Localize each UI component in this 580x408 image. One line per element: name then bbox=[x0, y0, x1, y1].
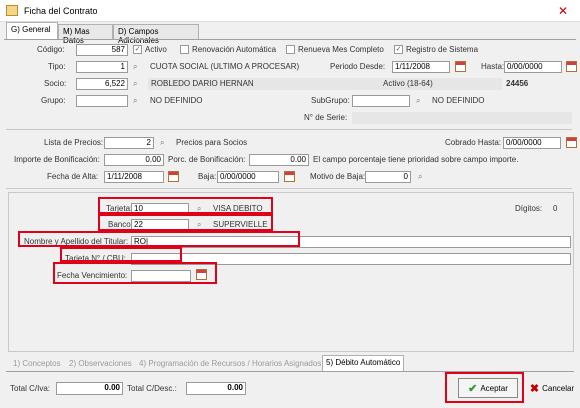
periodo-desde-field[interactable]: 1/11/2008 bbox=[392, 61, 450, 73]
lista-description: Precios para Socios bbox=[176, 138, 248, 147]
highlight-banco bbox=[98, 214, 273, 231]
tab-campos-adicionales[interactable]: D) Campos Adicionales bbox=[113, 24, 199, 45]
alta-calendar-icon[interactable] bbox=[168, 171, 179, 182]
highlight-nombre bbox=[18, 231, 300, 247]
socio-label: Socio: bbox=[44, 79, 67, 88]
subgrupo-description: NO DEFINIDO bbox=[432, 96, 485, 105]
tab-general[interactable]: G) General bbox=[6, 22, 58, 39]
cobrado-calendar-icon[interactable] bbox=[566, 137, 577, 148]
total-iva-label: Total C/Iva: bbox=[10, 384, 51, 393]
tab-observaciones[interactable]: 2) Observaciones bbox=[66, 357, 135, 371]
periodo-desde-label: Periodo Desde: bbox=[330, 62, 386, 71]
activo-label: Activo bbox=[145, 45, 167, 54]
tab-mas-datos[interactable]: M) Mas Datos bbox=[58, 24, 113, 45]
tipo-search-icon[interactable]: ⌕ bbox=[133, 62, 142, 71]
section-divider bbox=[6, 129, 572, 130]
digitos-value: 0 bbox=[553, 204, 558, 213]
highlight-aceptar bbox=[445, 372, 524, 403]
porc-note: El campo porcentaje tiene prioridad sobr… bbox=[313, 155, 519, 164]
hasta-label: Hasta: bbox=[481, 62, 505, 71]
motivo-field[interactable]: 0 bbox=[365, 171, 411, 183]
baja-field[interactable]: 0/00/0000 bbox=[217, 171, 279, 183]
digitos-label: Dígitos: bbox=[515, 204, 543, 213]
section-divider-2 bbox=[6, 188, 572, 189]
socio-status: Activo (18-64) bbox=[380, 78, 502, 90]
codigo-label: Código: bbox=[37, 45, 65, 54]
porc-field[interactable]: 0.00 bbox=[249, 154, 309, 166]
serie-label: N° de Serie: bbox=[304, 113, 348, 122]
socio-field[interactable]: 6,522 bbox=[76, 78, 128, 90]
renovacion-label: Renovación Automática bbox=[192, 45, 277, 54]
activo-checkbox[interactable]: ✓ bbox=[133, 45, 142, 54]
highlight-cbu bbox=[60, 247, 182, 262]
socio-number: 24456 bbox=[506, 79, 529, 88]
porc-label: Porc. de Bonificación: bbox=[168, 155, 246, 164]
cancel-icon: ✖ bbox=[529, 382, 540, 395]
total-desc-label: Total C/Desc.: bbox=[127, 384, 177, 393]
tipo-label: Tipo: bbox=[48, 62, 66, 71]
renueva-label: Renueva Mes Completo bbox=[298, 45, 384, 54]
alta-field[interactable]: 1/11/2008 bbox=[104, 171, 164, 183]
total-desc-field: 0.00 bbox=[186, 382, 246, 395]
close-icon[interactable]: ✕ bbox=[552, 3, 574, 19]
total-iva-field: 0.00 bbox=[56, 382, 123, 395]
tipo-field[interactable]: 1 bbox=[76, 61, 128, 73]
title-bar: Ficha del Contrato ✕ bbox=[0, 0, 580, 22]
hasta-field[interactable]: 0/00/0000 bbox=[504, 61, 562, 73]
motivo-search-icon[interactable]: ⌕ bbox=[418, 172, 427, 181]
motivo-label: Motivo de Baja: bbox=[310, 172, 366, 181]
grupo-label: Grupo: bbox=[41, 96, 66, 105]
subgrupo-label: SubGrupo: bbox=[311, 96, 350, 105]
periodo-desde-calendar-icon[interactable] bbox=[455, 61, 466, 72]
cancelar-label: Cancelar bbox=[542, 383, 575, 393]
cobrado-label: Cobrado Hasta: bbox=[445, 138, 502, 147]
grupo-search-icon[interactable]: ⌕ bbox=[133, 96, 142, 105]
cobrado-field[interactable]: 0/00/0000 bbox=[503, 137, 561, 149]
window-icon bbox=[6, 5, 18, 16]
baja-calendar-icon[interactable] bbox=[284, 171, 295, 182]
renovacion-checkbox[interactable] bbox=[180, 45, 189, 54]
serie-field[interactable] bbox=[352, 112, 572, 124]
cancelar-button[interactable]: ✖ Cancelar bbox=[526, 378, 578, 398]
hasta-calendar-icon[interactable] bbox=[566, 61, 577, 72]
grupo-description: NO DEFINIDO bbox=[150, 96, 203, 105]
tab-panel-border bbox=[4, 39, 576, 40]
grupo-field[interactable] bbox=[76, 95, 128, 107]
subgrupo-field[interactable] bbox=[352, 95, 410, 107]
alta-label: Fecha de Alta: bbox=[47, 172, 99, 181]
tab-debito-automatico[interactable]: 5) Débito Automático bbox=[322, 355, 405, 371]
registro-label: Registro de Sistema bbox=[406, 45, 479, 54]
tab-programacion[interactable]: 4) Programación de Recursos / Horarios A… bbox=[136, 357, 324, 371]
highlight-tarjeta bbox=[98, 197, 273, 214]
importe-field[interactable]: 0.00 bbox=[104, 154, 164, 166]
codigo-field[interactable]: 587 bbox=[76, 44, 128, 56]
baja-label: Baja: bbox=[198, 172, 217, 181]
highlight-vencimiento bbox=[53, 262, 217, 284]
tipo-description: CUOTA SOCIAL (ULTIMO A PROCESAR) bbox=[150, 62, 300, 71]
importe-label: Importe de Bonificación: bbox=[14, 155, 100, 164]
lista-field[interactable]: 2 bbox=[104, 137, 154, 149]
window-title: Ficha del Contrato bbox=[24, 6, 98, 16]
subgrupo-search-icon[interactable]: ⌕ bbox=[416, 96, 425, 105]
registro-checkbox[interactable]: ✓ bbox=[394, 45, 403, 54]
tab-conceptos[interactable]: 1) Conceptos bbox=[10, 357, 64, 371]
socio-name: ROBLEDO DARIO HERNAN bbox=[148, 78, 380, 90]
lista-search-icon[interactable]: ⌕ bbox=[160, 138, 169, 147]
renueva-checkbox[interactable] bbox=[286, 45, 295, 54]
lista-label: Lista de Precios: bbox=[44, 138, 104, 147]
socio-search-icon[interactable]: ⌕ bbox=[133, 79, 142, 88]
